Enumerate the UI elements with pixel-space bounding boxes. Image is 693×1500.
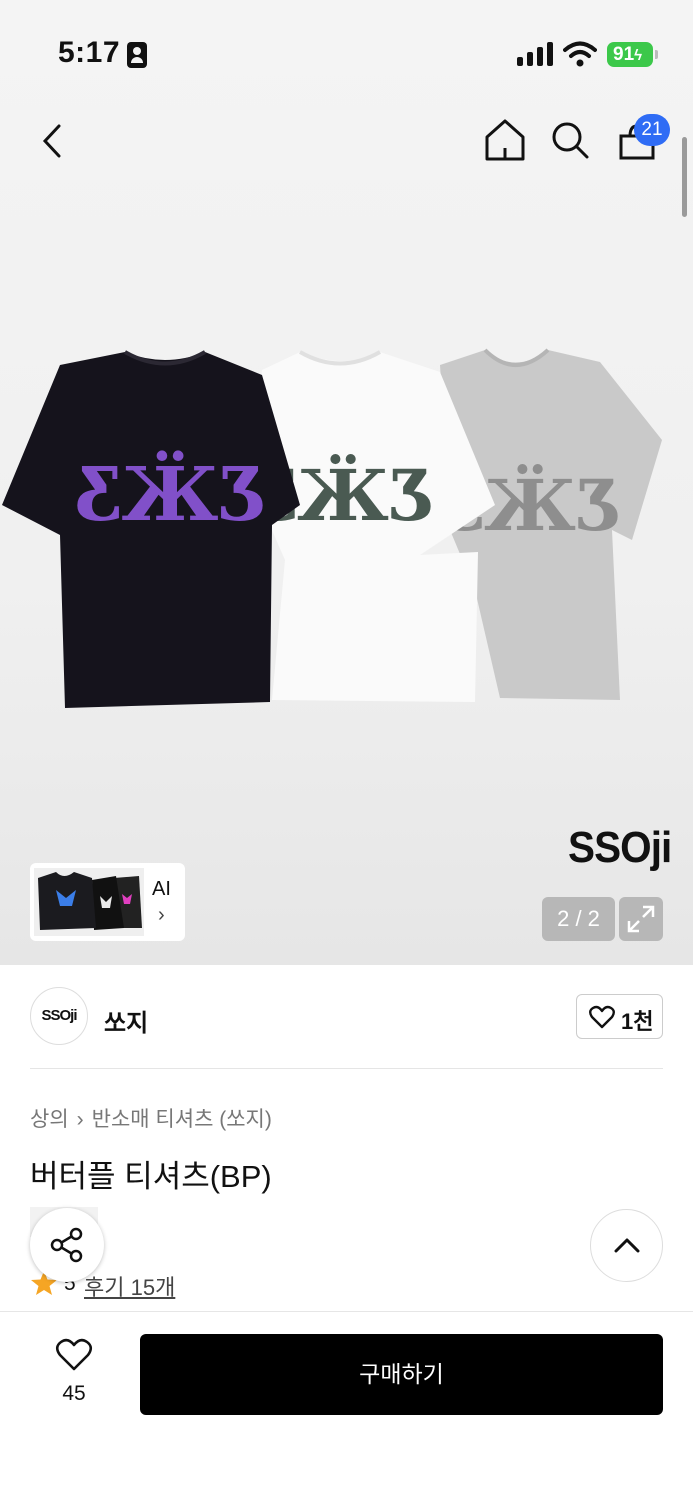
product-title: 버터플 티셔츠(BP) [30,1159,272,1194]
chevron-right-icon[interactable]: › [158,904,165,927]
wishlist-count: 45 [62,1382,86,1405]
product-image[interactable]: ƸӜƷ ƸӜƷ ƸӜƷ [0,330,693,730]
home-button[interactable] [484,118,526,162]
search-button[interactable] [550,120,590,160]
chevron-left-icon [42,124,61,158]
divider [30,1068,663,1069]
brand-like-button[interactable]: 1천 [576,994,663,1039]
cart-count-badge: 21 [634,114,670,146]
back-button[interactable] [38,122,68,160]
chevron-up-icon [614,1238,640,1253]
scroll-to-top-button[interactable] [590,1209,663,1282]
black-print: ƸӜƷ [73,449,267,538]
battery-tip [655,50,658,59]
ai-recommendation-card[interactable] [30,863,185,941]
battery-indicator: 91ϟ [607,42,653,67]
share-icon [50,1227,83,1263]
expand-icon [627,905,655,933]
ai-thumbnail [34,868,144,936]
share-button[interactable] [30,1208,104,1282]
brand-watermark: SSOji [568,823,672,872]
charging-icon: ϟ [634,47,643,64]
page-indicator: 2 / 2 [542,897,615,941]
breadcrumb-item-subcategory[interactable]: 반소매 티셔츠 (쏘지) [92,1108,272,1131]
black-tshirt: ƸӜƷ [2,350,300,708]
status-time: 5:17 [58,36,121,69]
page-scrollbar[interactable] [682,137,687,217]
cellular-signal-icon [517,42,553,66]
brand-like-count: 1천 [621,1009,654,1034]
battery-level: 91 [613,44,635,65]
brand-name[interactable]: 쏘지 [104,1003,148,1038]
wishlist-heart-icon[interactable] [55,1338,93,1372]
fullscreen-button[interactable] [619,897,663,941]
review-link[interactable]: 후기 15개 [84,1270,175,1302]
product-gallery[interactable]: 5:17 91ϟ 21 ƸӜƷ ƸӜƷ ƸӜƷ SSOji AI › 2 / 2 [0,0,693,965]
breadcrumb: 상의 › 반소매 티셔츠 (쏘지) [30,1103,272,1133]
home-icon [485,119,525,161]
search-icon [552,122,589,159]
heart-icon [589,1005,615,1029]
chevron-right-icon: › [76,1108,84,1131]
wifi-icon [563,41,597,67]
contact-card-icon [127,42,147,68]
breadcrumb-item-category[interactable]: 상의 [30,1108,69,1131]
ai-label[interactable]: AI [152,878,171,901]
buy-button[interactable]: 구매하기 [140,1334,663,1415]
brand-logo[interactable]: SSOji [30,987,88,1045]
